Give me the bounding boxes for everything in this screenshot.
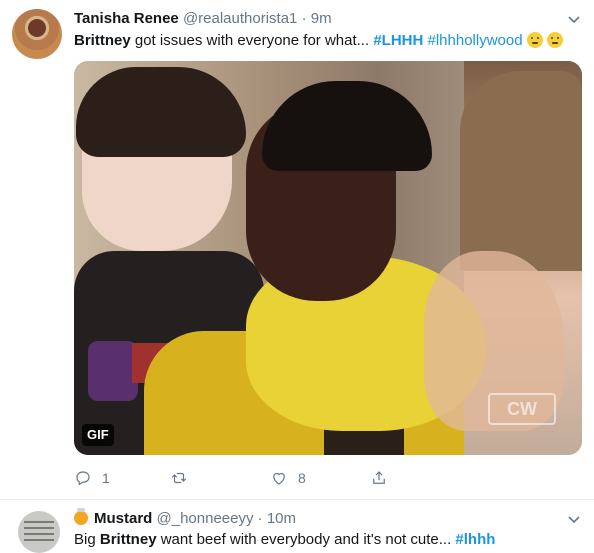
hashtag-link[interactable]: #lhhhollywood xyxy=(428,32,523,49)
text-bold: Brittney xyxy=(74,32,131,49)
chevron-down-icon[interactable] xyxy=(566,511,582,527)
display-name[interactable]: Mustard xyxy=(94,510,152,527)
face-emoji-icon xyxy=(526,32,543,48)
gif-media[interactable]: CW GIF xyxy=(74,61,582,455)
hashtag-link[interactable]: #LHHH xyxy=(373,32,423,49)
like-button[interactable]: 8 xyxy=(270,467,306,489)
text-pre: Big xyxy=(74,531,100,548)
reply-button[interactable]: 1 xyxy=(74,467,110,489)
text-body: want beef with everybody and it's not cu… xyxy=(156,531,456,548)
retweet-icon xyxy=(171,472,187,484)
tweet-text: Big Brittney want beef with everybody an… xyxy=(74,530,495,550)
tweet-header: Tanisha Renee @realauthorista1 · 9m xyxy=(74,9,332,29)
gif-badge: GIF xyxy=(82,424,114,446)
user-handle[interactable]: @_honneeeyy xyxy=(157,510,254,527)
share-icon xyxy=(373,471,385,484)
separator: · xyxy=(301,10,307,27)
like-icon xyxy=(273,472,285,485)
timestamp[interactable]: 9m xyxy=(311,10,332,27)
share-button[interactable] xyxy=(370,467,388,489)
avatar[interactable] xyxy=(12,9,62,59)
reply-icon xyxy=(76,471,90,486)
chevron-down-icon[interactable] xyxy=(566,11,582,27)
tweet-1[interactable]: Tanisha Renee @realauthorista1 · 9m Brit… xyxy=(0,0,594,500)
person-right-hair xyxy=(460,71,582,271)
display-name[interactable]: Tanisha Renee xyxy=(74,10,179,27)
honey-pot-icon xyxy=(74,508,88,525)
retweet-button[interactable] xyxy=(170,467,198,489)
user-handle[interactable]: @realauthorista1 xyxy=(183,10,297,27)
purple-shape xyxy=(88,341,138,401)
tweet-text: Brittney got issues with everyone for wh… xyxy=(74,31,563,51)
text-bold: Brittney xyxy=(99,531,157,548)
face-emoji-icon xyxy=(546,32,563,48)
reply-count: 1 xyxy=(102,470,110,486)
like-count: 8 xyxy=(298,470,306,486)
avatar[interactable] xyxy=(18,511,60,553)
channel-watermark: CW xyxy=(488,393,556,425)
tweet-header: Mustard @_honneeeyy · 10m xyxy=(74,508,296,529)
avatar-text-pattern xyxy=(24,517,54,547)
hashtag-link[interactable]: #lhhh xyxy=(455,531,495,548)
timestamp[interactable]: 10m xyxy=(267,510,296,527)
text-body: got issues with everyone for what... xyxy=(130,32,374,49)
separator: · xyxy=(257,510,263,527)
